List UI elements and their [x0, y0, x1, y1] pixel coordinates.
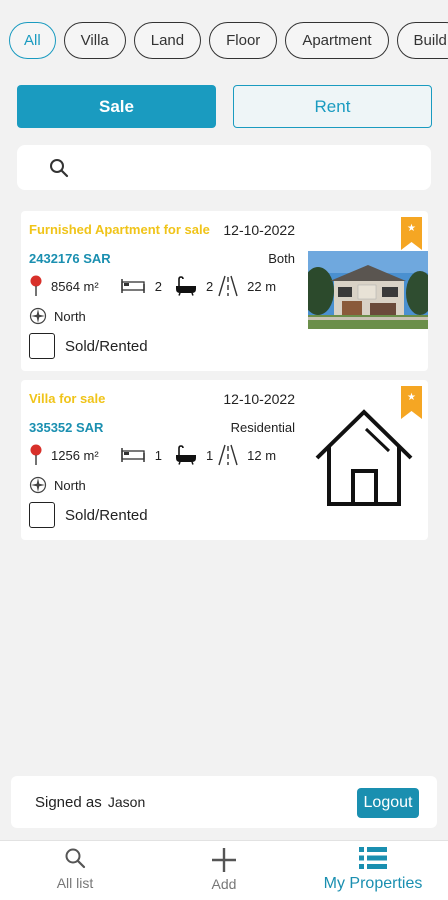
svg-text:★: ★: [407, 223, 416, 234]
filter-chip-land[interactable]: Land: [133, 22, 202, 59]
bookmark-icon[interactable]: ★: [401, 217, 422, 250]
sold-checkbox[interactable]: [29, 333, 55, 359]
search-bar[interactable]: [17, 145, 431, 190]
location-pin-icon: [30, 444, 42, 465]
sold-rented-toggle[interactable]: Sold/Rented: [29, 333, 148, 359]
bottom-navigation: All list Add My Properties: [0, 840, 448, 900]
property-photo[interactable]: [308, 251, 428, 329]
logout-button[interactable]: Logout: [357, 788, 419, 818]
listing-card[interactable]: Furnished Apartment for sale 12-10-2022 …: [21, 211, 428, 371]
listing-direction: North: [29, 307, 86, 325]
listing-date: 12-10-2022: [223, 391, 295, 407]
sold-rented-toggle[interactable]: Sold/Rented: [29, 502, 148, 528]
bathtub-icon: [175, 276, 196, 296]
property-type-filter-bar: All Villa Land Floor Apartment Build: [9, 22, 448, 60]
bedrooms-value: 1: [154, 447, 162, 463]
bathtub-icon: [175, 445, 196, 465]
search-input[interactable]: [79, 153, 409, 183]
location-pin-icon: [30, 275, 42, 296]
filter-chip-all[interactable]: All: [9, 22, 56, 59]
compass-icon: [29, 476, 47, 494]
account-bar: Signed as Jason Logout: [11, 776, 437, 828]
listing-features: 8564 m² 2 2 22 m: [29, 274, 299, 298]
listing-features: 1256 m² 1 1 12 m: [29, 443, 299, 467]
nav-all-list-label: All list: [56, 875, 94, 891]
listing-card[interactable]: Villa for sale 12-10-2022 335352 SAR Res…: [21, 380, 428, 540]
sold-checkbox[interactable]: [29, 502, 55, 528]
signed-label: Signed as: [35, 794, 102, 811]
area-value: 8564 m²: [51, 278, 99, 294]
bathrooms-value: 2: [205, 278, 214, 294]
street-width-value: 22 m: [247, 278, 277, 294]
direction-value: North: [54, 308, 86, 324]
road-width-icon: [218, 444, 238, 466]
nav-my-properties-label: My Properties: [323, 875, 423, 892]
bathrooms-value: 1: [205, 447, 214, 463]
filter-chip-villa[interactable]: Villa: [63, 22, 126, 59]
bed-icon: [120, 279, 145, 293]
road-width-icon: [218, 275, 238, 297]
bed-icon: [120, 448, 145, 462]
svg-text:★: ★: [407, 392, 416, 403]
bedrooms-value: 2: [154, 278, 162, 294]
sold-label: Sold/Rented: [65, 337, 148, 355]
rent-tab[interactable]: Rent: [233, 85, 432, 128]
street-width-value: 12 m: [247, 447, 277, 463]
listing-direction: North: [29, 476, 86, 494]
listing-price: 2432176 SAR: [29, 251, 111, 266]
filter-chip-building[interactable]: Build: [396, 22, 448, 59]
user-name: Jason: [107, 794, 146, 810]
search-icon: [65, 848, 86, 869]
listing-usage-type: Residential: [230, 420, 295, 435]
filter-chip-floor[interactable]: Floor: [209, 22, 278, 59]
nav-add-label: Add: [211, 876, 237, 892]
sale-tab[interactable]: Sale: [17, 85, 216, 128]
house-placeholder-icon[interactable]: [314, 408, 414, 508]
signed-in-text: Signed as Jason: [35, 794, 145, 811]
listing-date: 12-10-2022: [223, 222, 295, 238]
search-icon: [50, 159, 69, 178]
list-icon: [359, 847, 387, 869]
nav-all-list[interactable]: All list: [45, 847, 105, 891]
listing-usage-type: Both: [268, 251, 295, 266]
nav-add[interactable]: Add: [194, 847, 254, 892]
nav-my-properties[interactable]: My Properties: [310, 847, 436, 893]
area-value: 1256 m²: [51, 447, 99, 463]
sold-label: Sold/Rented: [65, 506, 148, 524]
listing-title: Furnished Apartment for sale: [29, 222, 210, 237]
filter-chip-apartment[interactable]: Apartment: [285, 22, 389, 59]
plus-icon: [212, 848, 236, 872]
direction-value: North: [54, 477, 86, 493]
listing-title: Villa for sale: [29, 391, 106, 406]
compass-icon: [29, 307, 47, 325]
listing-price: 335352 SAR: [29, 420, 104, 435]
